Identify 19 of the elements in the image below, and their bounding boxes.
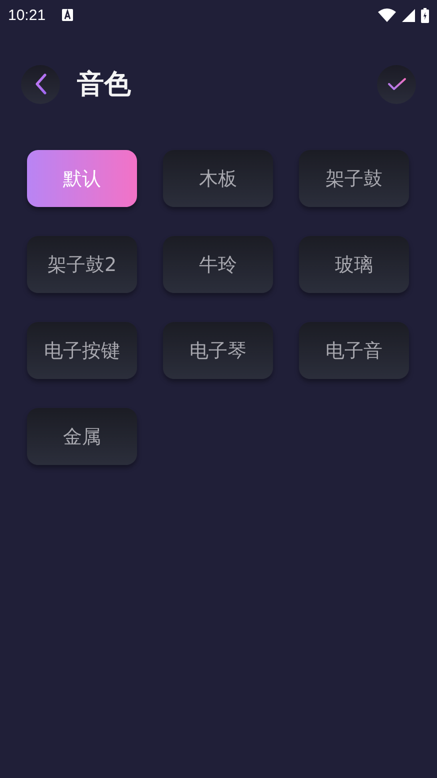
- tone-option[interactable]: 架子鼓2: [27, 236, 137, 293]
- tone-option[interactable]: 牛玲: [163, 236, 273, 293]
- notification-icon: [62, 9, 73, 21]
- status-time: 10:21: [8, 6, 46, 24]
- battery-icon: [421, 8, 429, 22]
- tone-option[interactable]: 木板: [163, 150, 273, 207]
- tone-option[interactable]: 电子按键: [27, 322, 137, 379]
- page-title: 音色: [77, 68, 131, 102]
- checkmark-icon: [386, 77, 406, 91]
- signal-icon: [402, 8, 415, 22]
- tone-option[interactable]: 电子琴: [163, 322, 273, 379]
- tone-option[interactable]: 架子鼓: [299, 150, 409, 207]
- back-button[interactable]: [21, 64, 60, 104]
- confirm-button[interactable]: [377, 64, 416, 104]
- tone-option[interactable]: 电子音: [299, 322, 409, 379]
- tone-option[interactable]: 玻璃: [299, 236, 409, 293]
- chevron-left-icon: [34, 73, 48, 95]
- tone-option[interactable]: 金属: [27, 408, 137, 465]
- wifi-icon: [378, 8, 396, 22]
